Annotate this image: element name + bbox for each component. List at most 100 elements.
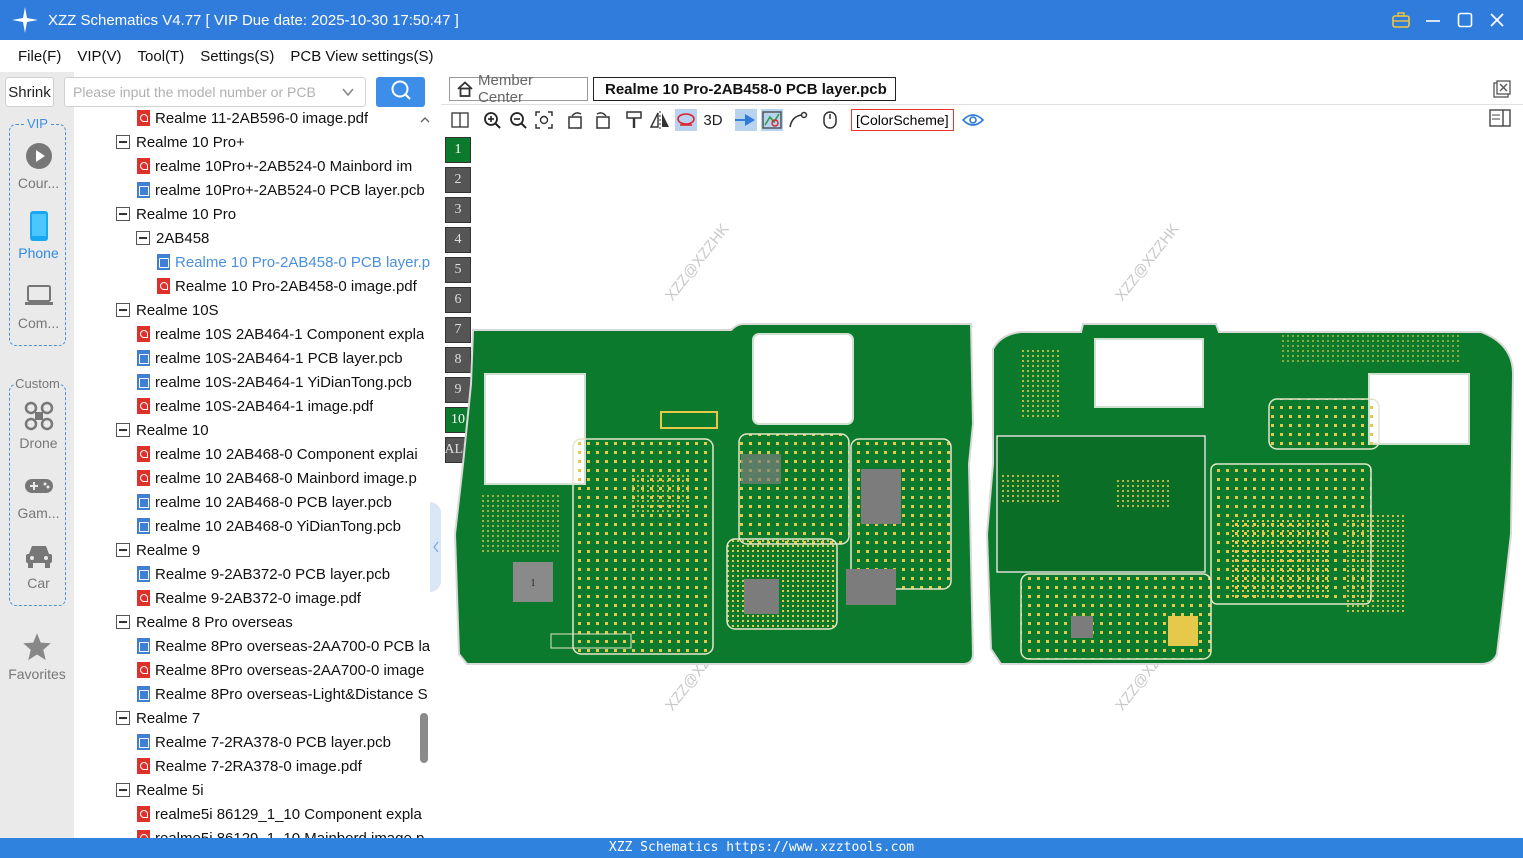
collapse-handle[interactable] (430, 502, 441, 592)
nav-car[interactable]: Car (10, 535, 67, 605)
eye-icon[interactable] (961, 109, 984, 131)
split-view-icon[interactable] (449, 109, 471, 131)
tree-file[interactable]: realme 10Pro+-2AB524-0 Mainbord im (137, 154, 412, 178)
tree-file[interactable]: realme 10Pro+-2AB524-0 PCB layer.pcb (137, 178, 425, 202)
collapse-toggle-icon[interactable] (116, 711, 130, 725)
tree-file[interactable]: realme 10 2AB468-0 Component explai (137, 442, 418, 466)
menu-file[interactable]: File(F) (18, 48, 61, 65)
nav-games[interactable]: Gam... (10, 465, 67, 535)
view-3d-button[interactable]: 3D (701, 109, 725, 131)
tree-folder[interactable]: Realme 8 Pro overseas (116, 610, 293, 634)
drone-icon (24, 401, 54, 431)
trace-tool-icon[interactable] (787, 109, 809, 131)
tree-folder[interactable]: Realme 9 (116, 538, 200, 562)
tree-file[interactable]: Realme 10 Pro-2AB458-0 image.pdf (157, 274, 417, 298)
tree-file[interactable]: Realme 10 Pro-2AB458-0 PCB layer.p (157, 250, 430, 274)
tree-file[interactable]: Realme 9-2AB372-0 image.pdf (137, 586, 361, 610)
sidebar-toggle-icon[interactable] (1489, 109, 1511, 131)
shrink-button[interactable]: Shrink (5, 77, 54, 107)
zoom-in-icon[interactable] (481, 109, 503, 131)
paint-roller-icon[interactable] (623, 109, 645, 131)
nav-computer[interactable]: Com... (10, 275, 67, 345)
tree-folder[interactable]: Realme 10 Pro+ (116, 130, 245, 154)
collapse-toggle-icon[interactable] (116, 303, 130, 317)
minimize-button[interactable] (1421, 8, 1445, 32)
document-tabs: Member Center Realme 10 Pro-2AB458-0 PCB… (441, 72, 1523, 106)
pdf-file-icon (137, 830, 150, 838)
tree-file[interactable]: realme 10S-2AB464-1 image.pdf (137, 394, 373, 418)
tree-item-label: Realme 10 Pro+ (136, 133, 245, 151)
collapse-toggle-icon[interactable] (116, 135, 130, 149)
zoom-out-icon[interactable] (507, 109, 529, 131)
tree-folder[interactable]: Realme 10 Pro (116, 202, 236, 226)
menu-vip[interactable]: VIP(V) (77, 48, 121, 65)
collapse-toggle-icon[interactable] (116, 423, 130, 437)
tree-item-label: Realme 10 Pro-2AB458-0 image.pdf (175, 277, 417, 295)
tree-folder[interactable]: 2AB458 (136, 226, 209, 250)
rotate-left-icon[interactable] (565, 109, 587, 131)
tree-item-label: realme 10Pro+-2AB524-0 PCB layer.pcb (155, 181, 425, 199)
board-marker-label: 1 (531, 578, 536, 589)
menu-pcb-view-settings[interactable]: PCB View settings(S) (290, 48, 433, 65)
tab-member-center[interactable]: Member Center (449, 72, 588, 106)
mirror-icon[interactable] (649, 109, 671, 131)
collapse-toggle-icon[interactable] (116, 543, 130, 557)
collapse-toggle-icon[interactable] (116, 783, 130, 797)
vip-group-label: VIP (26, 116, 49, 131)
tree-folder[interactable]: Realme 7 (116, 706, 200, 730)
tab-active-pcb[interactable]: Realme 10 Pro-2AB458-0 PCB layer.pcb (593, 77, 896, 101)
maximize-button[interactable] (1453, 8, 1477, 32)
laptop-icon (24, 281, 54, 311)
briefcase-icon[interactable] (1389, 8, 1413, 32)
tree-file[interactable]: Realme 7-2RA378-0 image.pdf (137, 754, 362, 778)
pcb-file-icon (137, 686, 150, 702)
tree-file[interactable]: Realme 8Pro overseas-2AA700-0 PCB la (137, 634, 430, 658)
mouse-icon[interactable] (819, 109, 841, 131)
collapse-toggle-icon[interactable] (116, 207, 130, 221)
nav-courses[interactable]: Cour... (10, 135, 67, 205)
menu-settings[interactable]: Settings(S) (200, 48, 274, 65)
tree-file[interactable]: realme 10S 2AB464-1 Component expla (137, 322, 424, 346)
tree-file[interactable]: realme5i 86129_1_10 Mainbord image.p (137, 826, 424, 838)
net-highlight-icon[interactable] (675, 109, 697, 131)
tree-file[interactable]: Realme 8Pro overseas-2AA700-0 image (137, 658, 424, 682)
tree-file[interactable]: realme 10 2AB468-0 PCB layer.pcb (137, 490, 392, 514)
tree-folder[interactable]: Realme 5i (116, 778, 204, 802)
search-input[interactable]: Please input the model number or PCB (64, 77, 366, 107)
tree-item-label: Realme 8 Pro overseas (136, 613, 293, 631)
chevron-down-icon[interactable] (341, 85, 355, 102)
tree-file[interactable]: realme 10S-2AB464-1 YiDianTong.pcb (137, 370, 412, 394)
close-all-tabs-icon[interactable] (1493, 80, 1511, 102)
tree-file[interactable]: realme 10 2AB468-0 Mainbord image.p (137, 466, 417, 490)
collapse-toggle-icon[interactable] (116, 615, 130, 629)
tree-folder[interactable]: Realme 10 (116, 418, 209, 442)
panel-splitter[interactable] (430, 72, 441, 838)
fit-view-icon[interactable] (533, 109, 555, 131)
tree-scrollbar-thumb[interactable] (420, 713, 428, 763)
layer-overlay-icon[interactable] (761, 109, 783, 131)
color-scheme-button[interactable]: [ColorScheme] (851, 109, 954, 131)
category-sidebar: Shrink VIP Cour... Phone Com... Custom D… (0, 72, 74, 838)
pcb-canvas[interactable]: 1 2 3 4 5 6 7 8 9 10 ALL XZZ@XZZHK XZZ@XZZHK XZZ@X… (441, 134, 1523, 838)
tree-file[interactable]: realme5i 86129_1_10 Component expla (137, 802, 422, 826)
tree-file[interactable]: realme 10 2AB468-0 YiDianTong.pcb (137, 514, 401, 538)
home-icon (456, 81, 474, 97)
nav-favorites[interactable]: Favorites (0, 626, 74, 682)
tree-file[interactable]: Realme 8Pro overseas-Light&Distance S (137, 682, 428, 706)
tree-folder[interactable]: Realme 10S (116, 298, 219, 322)
gamepad-icon (24, 471, 54, 501)
tree-file[interactable]: Realme 11-2AB596-0 image.pdf (137, 108, 368, 130)
tree-file[interactable]: realme 10S-2AB464-1 PCB layer.pcb (137, 346, 403, 370)
rotate-right-icon[interactable] (591, 109, 613, 131)
search-button[interactable] (376, 77, 425, 107)
nav-drone[interactable]: Drone (10, 395, 67, 465)
tree-file[interactable]: Realme 7-2RA378-0 PCB layer.pcb (137, 730, 391, 754)
pcb-board-drawing[interactable]: 1 (441, 134, 1523, 838)
nav-phone[interactable]: Phone (10, 205, 67, 275)
collapse-toggle-icon[interactable] (136, 231, 150, 245)
menu-tool[interactable]: Tool(T) (138, 48, 185, 65)
tree-file[interactable]: Realme 9-2AB372-0 PCB layer.pcb (137, 562, 390, 586)
pin-select-icon[interactable] (735, 109, 757, 131)
pcb-file-icon (137, 638, 150, 654)
close-button[interactable] (1485, 8, 1509, 32)
